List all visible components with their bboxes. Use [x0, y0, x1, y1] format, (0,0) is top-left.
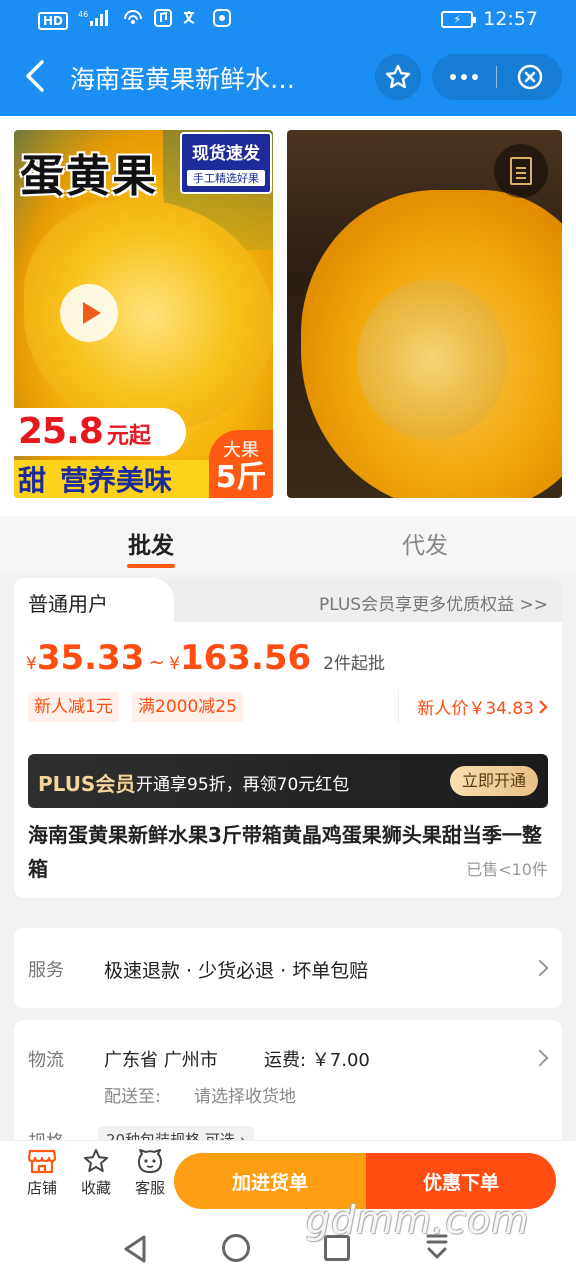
status-right: ⚡ 12:57: [441, 8, 538, 30]
music-app-icon: [154, 9, 173, 32]
customer-service-label: 客服: [134, 1179, 165, 1197]
image-headline: 蛋黄果: [20, 151, 158, 202]
chevron-right-icon: [531, 1049, 549, 1067]
back-arrow-icon: [26, 60, 44, 92]
image-fruit-cavity: [357, 280, 507, 440]
image-price-tag: 25.8 元起: [14, 408, 186, 456]
battery-charging-glyph: ⚡: [453, 12, 462, 26]
delivery-to-label: 配送至:: [104, 1087, 161, 1107]
newcomer-price-text: 新人价￥34.83: [417, 699, 534, 719]
watermark: gdmm.com: [306, 1198, 530, 1242]
app-notification-icon: [212, 9, 232, 32]
price-max: 163.56: [179, 638, 312, 678]
tab-dropship[interactable]: 代发: [350, 526, 500, 560]
chevron-right-icon: [539, 699, 548, 714]
status-bar: HD 46 ⚡ 12:57: [0, 0, 576, 38]
product-gallery: 蛋黄果 现货速发 手工精选好果 25.8 元起 甜 营养美味 大果 5斤: [0, 116, 576, 516]
price-card: 普通用户 PLUS会员享更多优质权益 >> ¥ 35.33 ~ ¥ 163.56…: [14, 578, 562, 898]
mini-program-capsule: [432, 54, 562, 100]
logistics-label: 物流: [28, 1050, 64, 1071]
star-icon: [84, 1149, 108, 1172]
more-dot: [472, 74, 478, 80]
currency-symbol: ¥: [169, 654, 180, 674]
shop-label: 店铺: [26, 1179, 57, 1197]
chevron-right-icon: [531, 959, 549, 977]
favorite-button[interactable]: [375, 54, 421, 100]
product-image-2[interactable]: [287, 130, 562, 498]
page-title: 海南蛋黄果新鲜水…: [70, 65, 296, 94]
sold-count: 已售<10件: [466, 860, 548, 879]
plus-open-button[interactable]: 立即开通: [449, 766, 538, 796]
image-big-fruit-label: 大果: [223, 440, 259, 461]
currency-symbol: ¥: [26, 654, 37, 674]
close-circle-icon: [517, 64, 542, 90]
user-type-label: 普通用户: [28, 592, 108, 616]
hd-indicator: HD: [38, 11, 69, 30]
delivery-address-placeholder[interactable]: 请选择收货地: [194, 1082, 296, 1107]
product-video-thumbnail[interactable]: 蛋黄果 现货速发 手工精选好果 25.8 元起 甜 营养美味 大果 5斤: [14, 130, 273, 498]
shop-icon: [27, 1149, 57, 1174]
divider: [398, 690, 399, 724]
shop-button[interactable]: 店铺: [16, 1147, 68, 1198]
back-button[interactable]: [18, 56, 54, 96]
favorite-bottom-button[interactable]: 收藏: [70, 1147, 122, 1198]
plus-title: PLUS会员: [38, 772, 136, 796]
min-order-label: 2件起批: [323, 654, 385, 674]
shipping-origin: 广东省 广州市: [104, 1050, 218, 1071]
more-dot: [461, 74, 467, 80]
service-row[interactable]: 服务 极速退款 · 少货必退 · 坏单包赔: [14, 928, 562, 1008]
image-strip-nutrition: 营养美味: [60, 464, 173, 497]
plus-description: 开通享95折，再领70元红包: [136, 775, 350, 795]
favorite-label: 收藏: [80, 1179, 111, 1197]
play-button[interactable]: [60, 284, 118, 342]
image-badge: 现货速发 手工精选好果: [180, 132, 272, 194]
customer-service-icon: [138, 1149, 162, 1173]
service-description: 极速退款 · 少货必退 · 坏单包赔: [104, 960, 369, 982]
coupon-full-reduction[interactable]: 满2000减25: [132, 692, 243, 722]
price-min: 35.33: [36, 638, 145, 678]
price-range: ¥ 35.33 ~ ¥ 163.56 2件起批: [26, 638, 385, 678]
play-icon: [83, 302, 101, 324]
battery-icon: ⚡: [441, 10, 477, 28]
price-tilde: ~: [148, 650, 166, 674]
image-price-value: 25.8: [18, 411, 104, 452]
signal-icon: 46: [78, 9, 112, 32]
user-type-tab: 普通用户: [14, 578, 174, 624]
plus-benefits-link[interactable]: PLUS会员享更多优质权益 >>: [319, 590, 548, 615]
hotspot-icon: [122, 9, 144, 32]
newcomer-price-link[interactable]: 新人价￥34.83: [417, 694, 548, 719]
close-button[interactable]: [497, 54, 562, 100]
status-left: HD 46: [38, 9, 232, 32]
image-strip-sweet: 甜: [18, 464, 47, 497]
title-bar: 海南蛋黄果新鲜水…: [0, 38, 576, 116]
more-dots-icon: [450, 74, 456, 80]
image-weight-badge: 大果 5斤: [209, 430, 273, 498]
plus-member-banner[interactable]: PLUS会员 开通享95折，再领70元红包 立即开通: [28, 754, 548, 808]
image-bottom-strip: 甜 营养美味: [14, 460, 214, 498]
star-icon: [385, 64, 411, 89]
coupon-newcomer[interactable]: 新人减1元: [28, 692, 119, 722]
image-badge-title: 现货速发: [192, 144, 260, 164]
purchase-mode-tabs: 批发 代发: [0, 516, 576, 572]
shipping-fee: 运费: ￥7.00: [264, 1050, 370, 1071]
tab-wholesale[interactable]: 批发: [76, 526, 226, 560]
translate-app-icon: [182, 9, 202, 32]
nav-back-icon[interactable]: [122, 1234, 148, 1264]
image-price-unit: 元起: [106, 424, 151, 449]
more-button[interactable]: [432, 54, 496, 100]
customer-service-button[interactable]: 客服: [124, 1147, 176, 1198]
svg-text:46: 46: [78, 10, 88, 19]
active-tab-indicator: [127, 564, 175, 568]
detail-document-button[interactable]: [494, 144, 548, 198]
image-weight-label: 5斤: [215, 460, 267, 495]
logistics-row[interactable]: 物流 广东省 广州市 运费: ￥7.00 配送至: 请选择收货地 规格 20种包…: [14, 1020, 562, 1160]
status-time: 12:57: [483, 8, 538, 30]
nav-home-icon[interactable]: [222, 1234, 250, 1262]
document-icon: [510, 157, 532, 185]
service-label: 服务: [28, 960, 64, 981]
image-badge-subtitle: 手工精选好果: [187, 170, 265, 186]
